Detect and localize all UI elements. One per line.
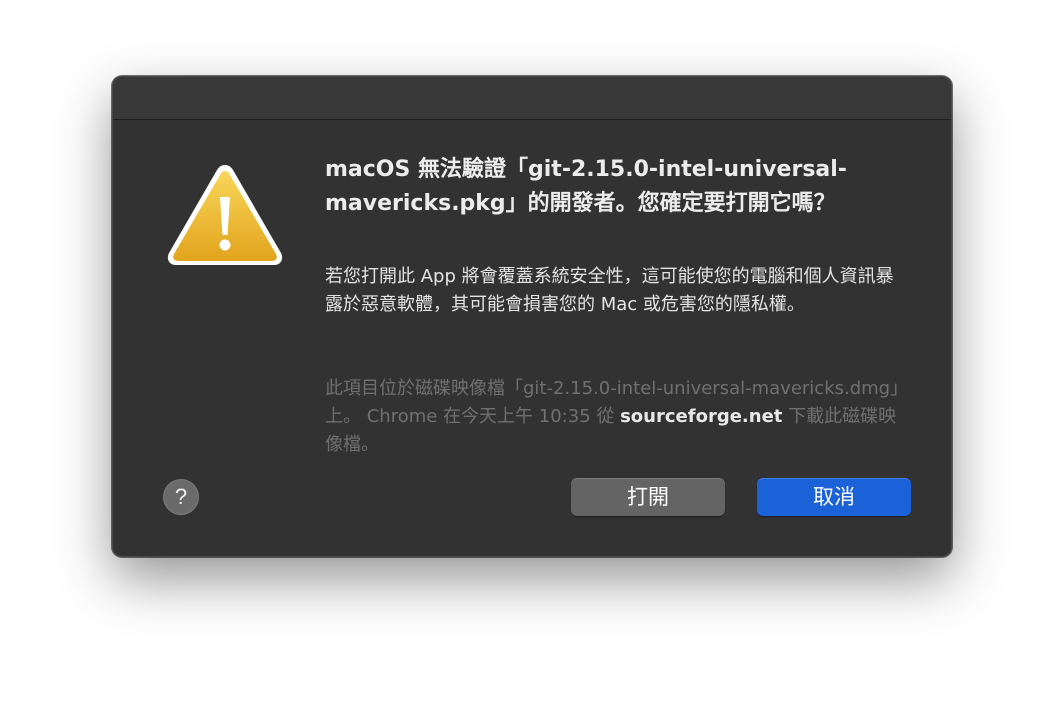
help-button[interactable]: ?	[163, 479, 199, 515]
dialog-titlebar	[113, 77, 951, 120]
dialog-heading: macOS 無法驗證「git-2.15.0-intel-universal-ma…	[325, 157, 847, 216]
security-alert-dialog: macOS 無法驗證「git-2.15.0-intel-universal-ma…	[112, 76, 952, 557]
warning-triangle-icon	[167, 165, 283, 265]
open-button[interactable]: 打開	[571, 478, 725, 516]
download-source-info: 此項目位於磁碟映像檔「git-2.15.0-intel-universal-ma…	[325, 375, 900, 459]
source-site: sourceforge.net	[620, 406, 783, 427]
dialog-message: 若您打開此 App 將會覆蓋系統安全性，這可能使您的電腦和個人資訊暴露於惡意軟體…	[325, 266, 894, 315]
cancel-button[interactable]: 取消	[757, 478, 911, 516]
question-mark-icon: ?	[174, 484, 188, 509]
